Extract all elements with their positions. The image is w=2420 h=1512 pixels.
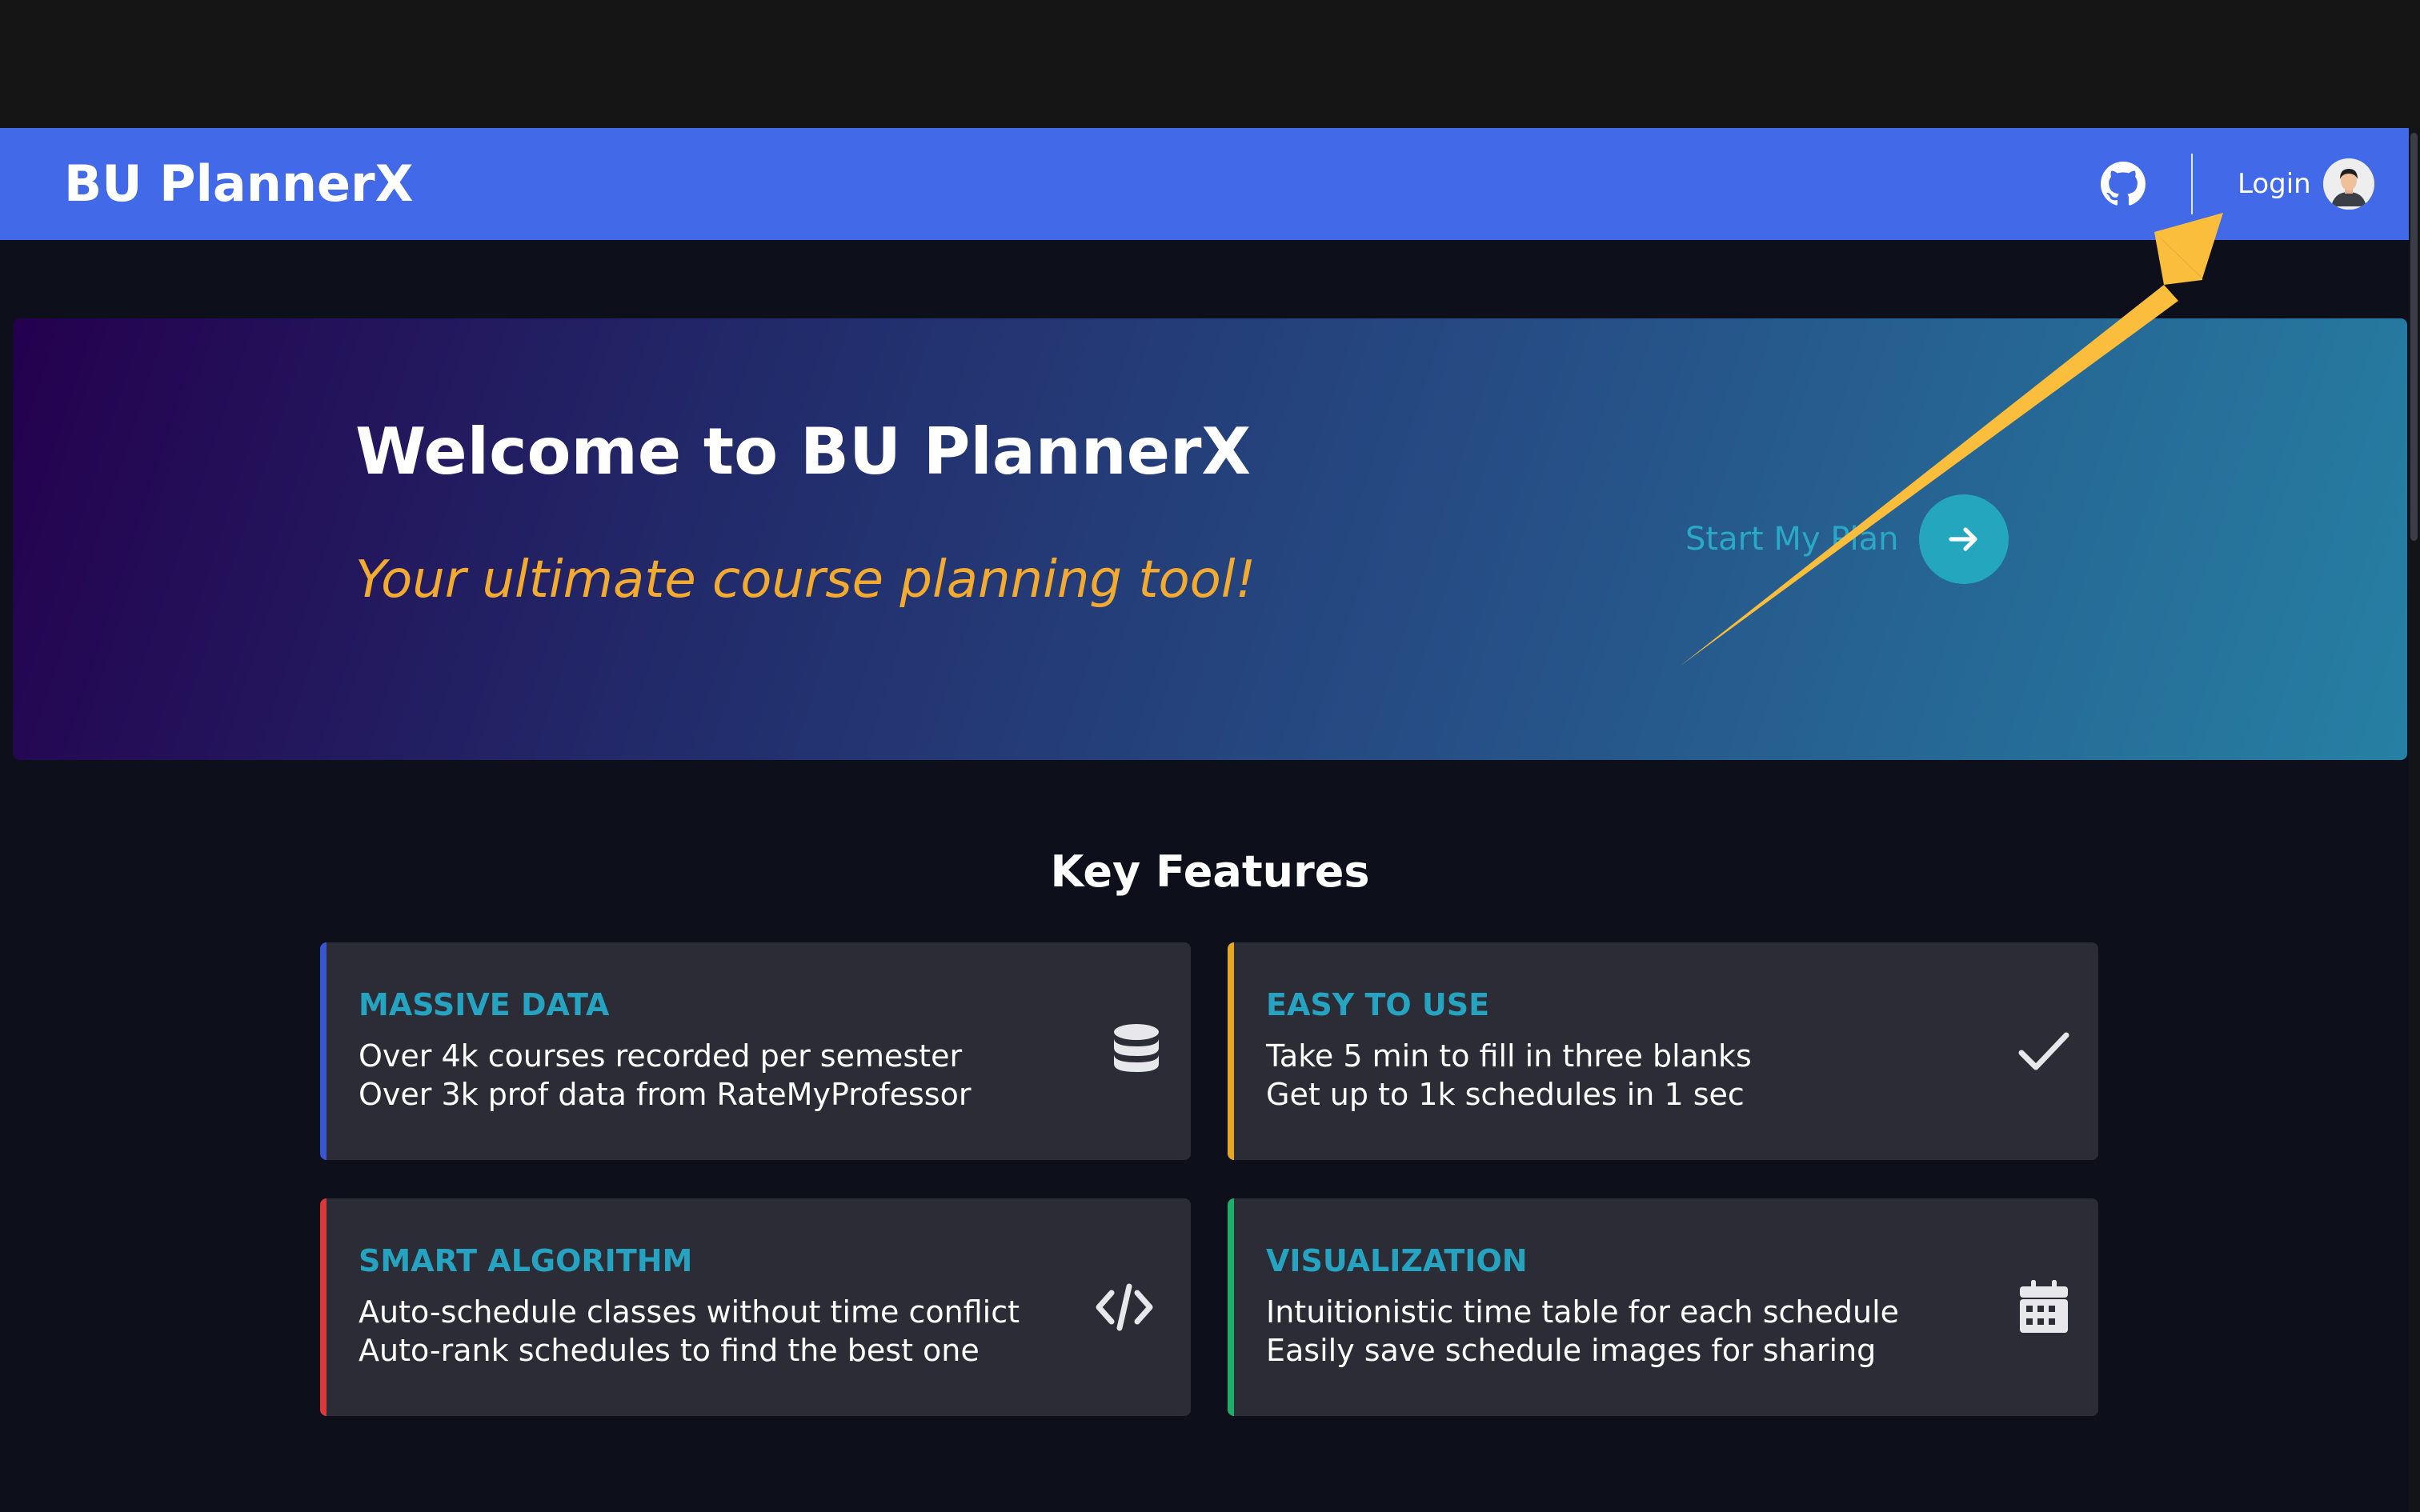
feature-card-title: MASSIVE DATA (359, 987, 610, 1022)
feature-card-line: Intuitionistic time table for each sched… (1266, 1294, 1900, 1330)
feature-card-line: Auto-rank schedules to find the best one (359, 1333, 980, 1368)
card-accent-bar (1228, 942, 1234, 1160)
database-icon (1114, 1024, 1159, 1072)
feature-card-line: Over 4k courses recorded per semester (359, 1038, 963, 1074)
feature-card-massive-data: MASSIVE DATA Over 4k courses recorded pe… (320, 942, 1191, 1160)
brand-logo[interactable]: BU PlannerX (64, 128, 413, 240)
feature-card-line: Easily save schedule images for sharing (1266, 1333, 1877, 1368)
hero-title: Welcome to BU PlannerX (355, 414, 1252, 489)
window-top-strip (0, 0, 2420, 128)
feature-card-easy-to-use: EASY TO USE Take 5 min to fill in three … (1228, 942, 2098, 1160)
card-accent-bar (1228, 1198, 1234, 1416)
hero-banner: Welcome to BU PlannerX Your ultimate cou… (13, 318, 2407, 760)
scrollbar-thumb[interactable] (2410, 133, 2418, 541)
arrow-right-icon (1949, 527, 1978, 551)
features-heading: Key Features (1050, 846, 1370, 897)
card-accent-bar (320, 942, 327, 1160)
start-plan-button[interactable]: Start My Plan (1685, 494, 2009, 584)
login-link[interactable]: Login (2238, 164, 2311, 204)
code-icon (1096, 1283, 1153, 1331)
checkmark-icon (2018, 1032, 2069, 1070)
feature-card-visualization: VISUALIZATION Intuitionistic time table … (1228, 1198, 2098, 1416)
navbar: BU PlannerX (0, 128, 2409, 240)
hero-subtitle: Your ultimate course planning tool! (355, 550, 1256, 610)
avatar[interactable] (2323, 158, 2374, 210)
feature-card-line: Get up to 1k schedules in 1 sec (1266, 1077, 1745, 1112)
nav-divider (2191, 154, 2193, 214)
feature-card-line: Take 5 min to fill in three blanks (1266, 1038, 1752, 1074)
feature-card-title: VISUALIZATION (1266, 1243, 1528, 1278)
user-avatar-icon (2323, 158, 2374, 210)
card-accent-bar (320, 1198, 327, 1416)
github-icon[interactable] (2101, 162, 2146, 206)
calendar-icon (2020, 1280, 2068, 1333)
feature-card-smart-algorithm: SMART ALGORITHM Auto-schedule classes wi… (320, 1198, 1191, 1416)
start-plan-circle[interactable] (1919, 494, 2009, 584)
feature-card-title: EASY TO USE (1266, 987, 1490, 1022)
start-plan-label[interactable]: Start My Plan (1685, 521, 1898, 558)
feature-card-line: Over 3k prof data from RateMyProfessor (359, 1077, 972, 1112)
feature-card-line: Auto-schedule classes without time confl… (359, 1294, 1020, 1330)
feature-card-title: SMART ALGORITHM (359, 1243, 693, 1278)
